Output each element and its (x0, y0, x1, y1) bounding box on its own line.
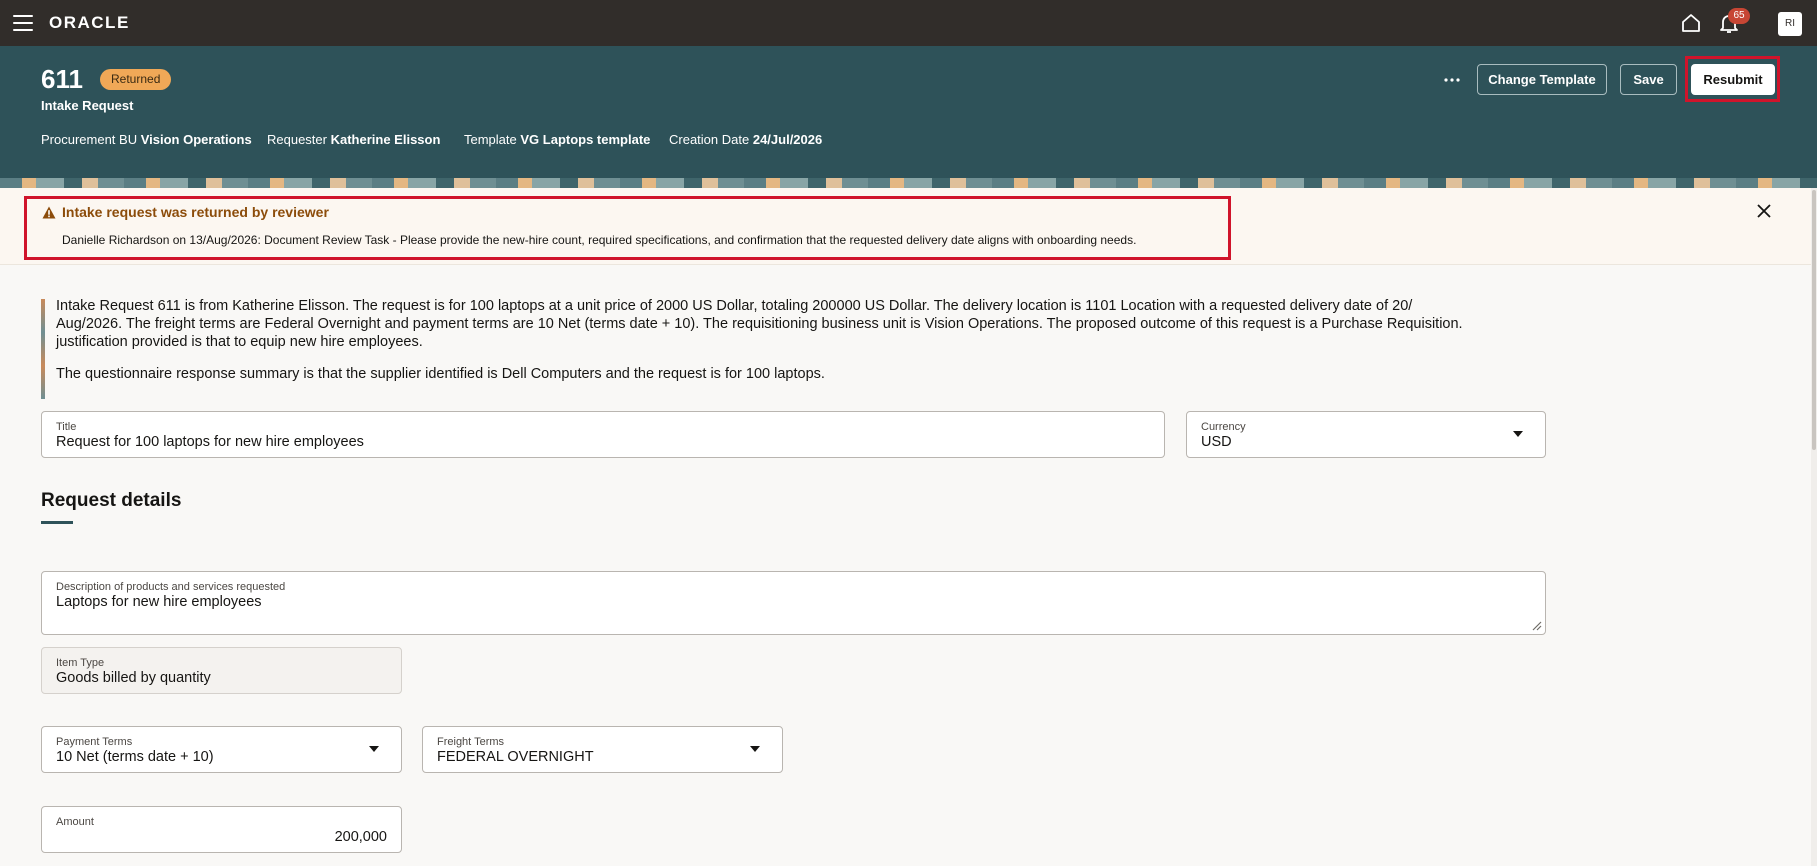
freight-terms-label: Freight Terms (437, 736, 505, 748)
resize-handle-icon[interactable] (1530, 619, 1542, 631)
payment-terms-select[interactable]: Payment Terms 10 Net (terms date + 10) (41, 726, 402, 773)
item-type-label: Item Type (56, 657, 105, 669)
payment-terms-value: 10 Net (terms date + 10) (56, 749, 214, 765)
section-title: Request details (41, 490, 182, 511)
item-type-value: Goods billed by quantity (56, 670, 211, 686)
oracle-logo: ORACLE (49, 13, 130, 32)
more-actions-icon[interactable] (1442, 70, 1462, 90)
title-value: Request for 100 laptops for new hire emp… (56, 434, 364, 450)
save-button[interactable]: Save (1620, 64, 1677, 95)
section-underline (41, 521, 73, 524)
meta-creation-date: Creation Date 24/Jul/2026 (669, 132, 823, 147)
description-value: Laptops for new hire employees (56, 594, 262, 610)
banner-highlight-box (24, 196, 1231, 260)
freight-terms-select[interactable]: Freight Terms FEDERAL OVERNIGHT (422, 726, 783, 773)
title-field[interactable]: Title Request for 100 laptops for new hi… (41, 411, 1165, 458)
amount-value: 200,000 (334, 829, 387, 845)
status-badge: Returned (100, 69, 172, 90)
home-icon[interactable] (1680, 12, 1702, 34)
close-icon[interactable] (1756, 203, 1772, 219)
header-decorative-pattern (0, 178, 1817, 188)
currency-select[interactable]: Currency USD (1186, 411, 1546, 458)
amount-field[interactable]: Amount 200,000 (41, 806, 402, 853)
request-summary: Intake Request 611 is from Katherine Eli… (56, 297, 1476, 397)
change-template-button[interactable]: Change Template (1477, 64, 1607, 95)
page-scrollbar-thumb[interactable] (1812, 190, 1816, 450)
user-avatar[interactable]: RI (1778, 12, 1802, 36)
description-textarea[interactable]: Description of products and services req… (41, 571, 1546, 635)
amount-label: Amount (56, 816, 94, 828)
title-label: Title (56, 421, 77, 433)
meta-requester: Requester Katherine Elisson (267, 132, 441, 147)
chevron-down-icon[interactable] (369, 746, 379, 752)
chevron-down-icon[interactable] (750, 746, 760, 752)
chevron-down-icon[interactable] (1513, 431, 1523, 437)
summary-paragraph: Intake Request 611 is from Katherine Eli… (56, 298, 1463, 350)
summary-paragraph: The questionnaire response summary is th… (56, 366, 825, 382)
currency-value: USD (1201, 434, 1232, 450)
resubmit-highlight-box (1685, 56, 1780, 102)
meta-template: Template VG Laptops template (464, 132, 651, 147)
menu-icon[interactable] (13, 15, 33, 31)
currency-label: Currency (1201, 421, 1246, 433)
page-subtitle: Intake Request (41, 98, 134, 113)
meta-procurement-bu: Procurement BU Vision Operations (41, 132, 252, 147)
summary-accent-bar (41, 299, 45, 399)
item-type-field: Item Type Goods billed by quantity (41, 647, 402, 694)
description-label: Description of products and services req… (56, 581, 286, 593)
payment-terms-label: Payment Terms (56, 736, 133, 748)
request-number: 611 (41, 64, 83, 94)
notification-count-badge: 65 (1728, 8, 1750, 24)
global-header: ORACLE 65 RI (0, 0, 1817, 46)
freight-terms-value: FEDERAL OVERNIGHT (437, 749, 594, 765)
